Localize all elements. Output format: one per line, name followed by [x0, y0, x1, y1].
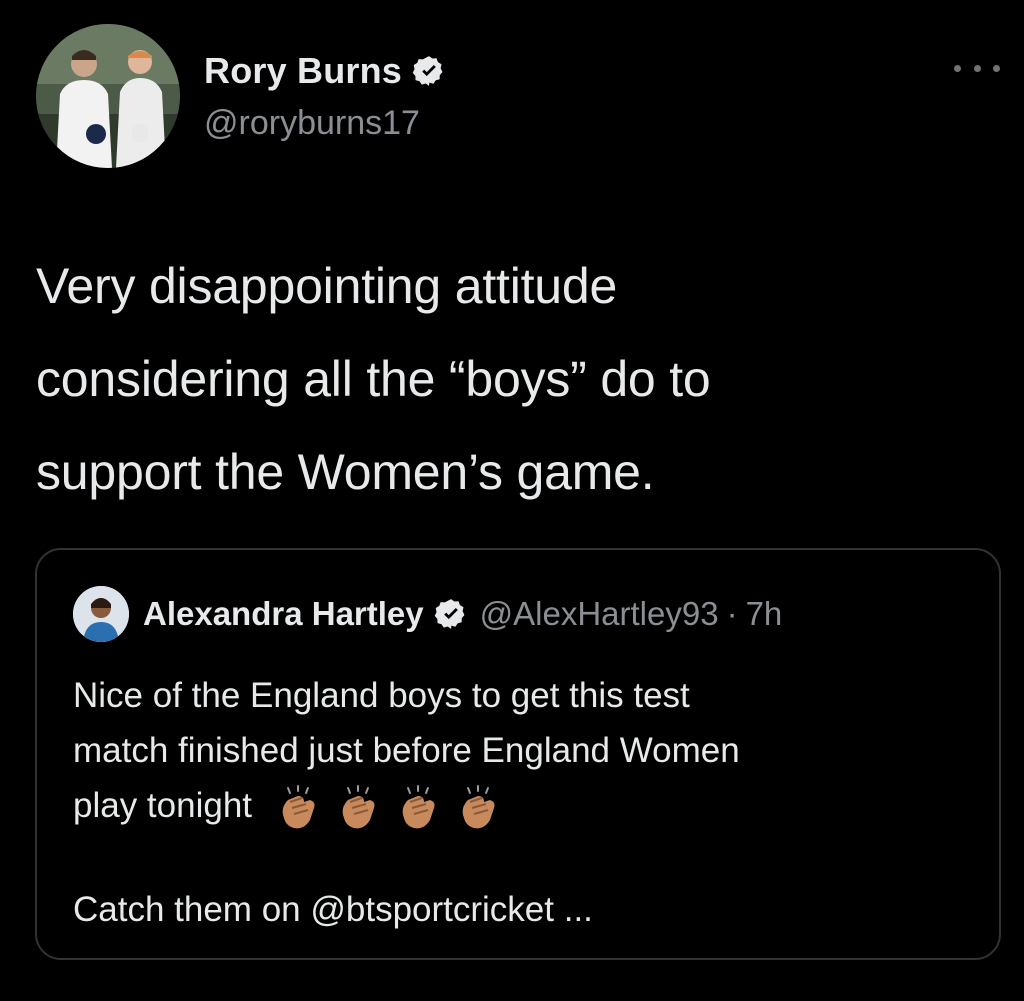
quoted-tweet-footer-text[interactable]: Catch them on @btsportcricket ... [73, 890, 593, 930]
more-dot-icon [993, 64, 1000, 72]
clapping-hands-icon [282, 784, 315, 829]
clapping-hands-icon [402, 784, 435, 829]
dot-separator: · [726, 595, 738, 632]
clapping-hands-icon [462, 784, 495, 829]
tweet-card[interactable]: Rory Burns @roryburns17 Very disappointi… [0, 0, 1024, 1001]
emoji-row [274, 784, 514, 832]
quoted-tweet-timestamp[interactable]: 7h [746, 595, 783, 633]
clapping-hands-icon [342, 784, 375, 829]
quoted-tweet-text: Nice of the England boys to get this tes… [73, 668, 973, 833]
quoted-tweet-header: Alexandra Hartley @AlexHartley93 · 7h [73, 586, 782, 642]
author-name-text: Rory Burns [204, 50, 403, 91]
quoted-tweet-card[interactable]: Alexandra Hartley @AlexHartley93 · 7h Ni… [35, 548, 1001, 960]
quoted-text-line: match finished just before England Women [73, 731, 740, 770]
more-options-button[interactable] [954, 56, 1000, 80]
more-dot-icon [954, 64, 961, 72]
tweet-text: Very disappointing attitude considering … [36, 258, 711, 500]
verified-badge-icon [434, 599, 465, 629]
quoted-text-line-with-emoji: play tonight [73, 778, 973, 833]
quoted-author-avatar[interactable] [73, 586, 129, 642]
author-avatar[interactable] [36, 24, 180, 168]
more-dot-icon [973, 64, 981, 72]
author-display-name[interactable]: Rory Burns [204, 50, 446, 92]
quoted-author-name[interactable]: Alexandra Hartley [143, 595, 424, 633]
profile-photo-icon [73, 586, 129, 642]
quoted-text-line: play tonight [73, 786, 253, 825]
author-handle[interactable]: @roryburns17 [204, 104, 420, 143]
profile-photo-icon [36, 24, 180, 168]
quoted-author-handle[interactable]: @AlexHartley93 [480, 595, 719, 633]
quoted-text-line: Nice of the England boys to get this tes… [73, 676, 690, 715]
verified-badge-icon [412, 56, 443, 86]
